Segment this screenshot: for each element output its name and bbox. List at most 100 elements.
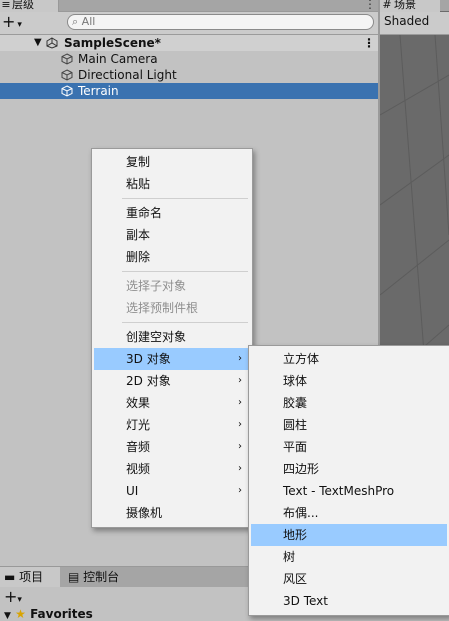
add-label: + [2,12,16,31]
expand-arrow-icon[interactable]: ▼ [4,611,11,621]
favorites-item[interactable]: ▼ ★ Favorites [4,607,93,621]
tab-project[interactable]: ▬ 项目 [0,567,60,587]
unity-scene-icon [46,37,58,49]
menu-item-label: 视频 [126,462,151,476]
menu-item-select-prefab-root: 选择预制件根 [94,297,250,319]
scene-menu-icon[interactable]: ⋮ [363,35,375,51]
menu-item-label: 选择预制件根 [126,301,199,315]
menu-separator [122,322,248,323]
scene-tab[interactable]: # 场景 [380,0,440,12]
menu-separator [122,198,248,199]
context-menu: 复制 粘贴 重命名 副本 删除 选择子对象 选择预制件根 创建空对象 3D 对象… [91,148,253,528]
project-add-button[interactable]: +▾ [4,588,22,609]
grid-icon: # [382,0,392,11]
scene-name: SampleScene* [64,36,161,50]
submenu-item-text-meshpro[interactable]: Text - TextMeshPro [251,480,447,502]
gameobject-cube-icon [61,85,73,97]
menu-item-create-empty[interactable]: 创建空对象 [94,326,250,348]
menu-item-label: 音频 [126,440,151,454]
menu-item-label: UI [126,484,139,498]
tab-console-label: 控制台 [83,570,120,584]
submenu-item-plane[interactable]: 平面 [251,436,447,458]
menu-item-paste[interactable]: 粘贴 [94,173,250,195]
menu-item-label: 摄像机 [126,506,163,520]
add-object-button[interactable]: + ▾ [2,13,32,33]
list-icon: ≡ [1,0,11,11]
hierarchy-tab-label: 层级 [12,0,34,11]
hierarchy-item-terrain[interactable]: Terrain [0,83,379,99]
menu-item-video[interactable]: 视频 › [94,458,250,480]
console-icon: ▤ [68,570,80,584]
menu-item-label: 地形 [283,528,308,542]
hierarchy-tab[interactable]: ≡层级 [0,0,59,12]
hierarchy-item-directional-light[interactable]: Directional Light [0,67,379,83]
object-label: Directional Light [78,68,177,82]
menu-item-audio[interactable]: 音频 › [94,436,250,458]
menu-item-label: 粘贴 [126,177,151,191]
menu-item-label: 风区 [283,572,308,586]
star-icon: ★ [15,607,26,621]
menu-item-label: 平面 [283,440,308,454]
menu-item-rename[interactable]: 重命名 [94,202,250,224]
menu-item-label: 复制 [126,155,151,169]
hierarchy-item-main-camera[interactable]: Main Camera [0,51,379,67]
add-label: + [4,587,18,606]
submenu-item-wind-zone[interactable]: 风区 [251,568,447,590]
submenu-arrow-icon: › [238,485,242,496]
tab-console[interactable]: ▤ 控制台 [64,567,144,587]
submenu-3d-object: 立方体 球体 胶囊 圆柱 平面 四边形 Text - TextMeshPro 布… [248,345,449,616]
dropdown-caret-icon: ▾ [17,595,22,605]
menu-item-label: 布偶... [283,506,319,520]
menu-item-ui[interactable]: UI › [94,480,250,502]
search-placeholder: All [81,15,96,28]
menu-item-duplicate[interactable]: 副本 [94,224,250,246]
scene-row[interactable]: ▼ SampleScene* ⋮ [0,35,379,51]
submenu-item-capsule[interactable]: 胶囊 [251,392,447,414]
submenu-item-terrain[interactable]: 地形 [251,524,447,546]
menu-item-label: 胶囊 [283,396,308,410]
menu-item-label: Text - TextMeshPro [283,484,395,498]
submenu-arrow-icon: › [238,353,242,364]
menu-item-light[interactable]: 灯光 › [94,414,250,436]
submenu-item-3d-text[interactable]: 3D Text [251,590,447,612]
gameobject-cube-icon [61,69,73,81]
submenu-item-cube[interactable]: 立方体 [251,348,447,370]
submenu-item-ragdoll[interactable]: 布偶... [251,502,447,524]
search-icon: ⌕ [72,15,79,28]
dropdown-caret-icon: ▾ [17,20,22,30]
menu-item-effects[interactable]: 效果 › [94,392,250,414]
submenu-item-tree[interactable]: 树 [251,546,447,568]
menu-item-label: 灯光 [126,418,151,432]
submenu-item-quad[interactable]: 四边形 [251,458,447,480]
menu-item-label: 圆柱 [283,418,308,432]
submenu-arrow-icon: › [238,463,242,474]
menu-item-label: 3D Text [283,594,328,608]
menu-item-label: 删除 [126,250,151,264]
menu-item-camera[interactable]: 摄像机 [94,502,250,524]
menu-item-label: 3D 对象 [126,352,171,366]
object-label: Terrain [78,84,119,98]
menu-item-3d-object[interactable]: 3D 对象 › [94,348,250,370]
menu-item-2d-object[interactable]: 2D 对象 › [94,370,250,392]
menu-item-delete[interactable]: 删除 [94,246,250,268]
shading-mode-dropdown[interactable]: Shaded [384,14,429,28]
submenu-item-sphere[interactable]: 球体 [251,370,447,392]
favorites-label: Favorites [30,607,93,621]
hierarchy-search-input[interactable]: ⌕ All [67,14,374,30]
menu-item-label: 2D 对象 [126,374,171,388]
menu-item-copy[interactable]: 复制 [94,151,250,173]
submenu-arrow-icon: › [238,397,242,408]
menu-item-label: 副本 [126,228,151,242]
menu-item-label: 四边形 [283,462,320,476]
object-label: Main Camera [78,52,158,66]
gameobject-cube-icon [61,53,73,65]
menu-item-label: 树 [283,550,296,564]
menu-separator [122,271,248,272]
more-options-icon[interactable]: ⋮ [364,0,376,11]
menu-item-label: 选择子对象 [126,279,187,293]
expand-arrow-icon[interactable]: ▼ [34,35,42,51]
submenu-item-cylinder[interactable]: 圆柱 [251,414,447,436]
menu-item-label: 球体 [283,374,308,388]
menu-item-label: 立方体 [283,352,320,366]
menu-item-label: 重命名 [126,206,163,220]
